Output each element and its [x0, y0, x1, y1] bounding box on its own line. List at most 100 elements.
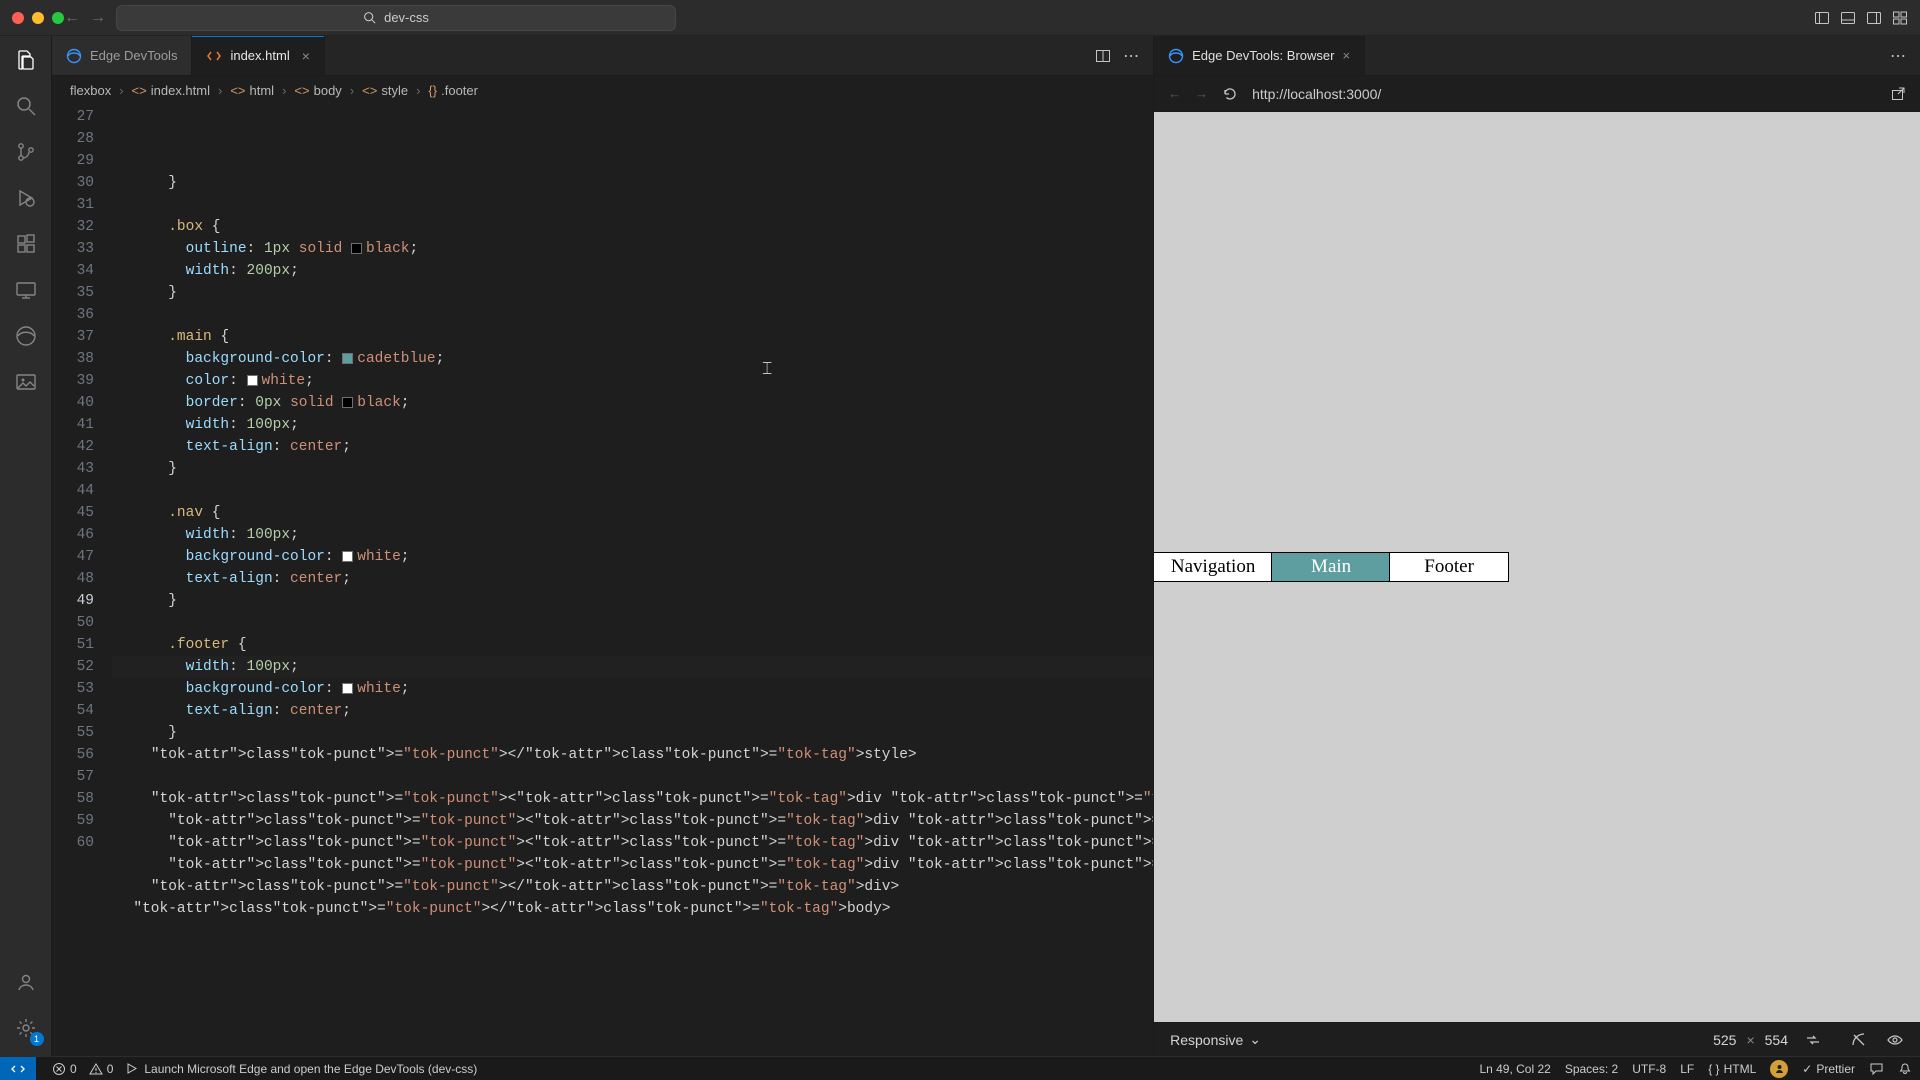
- breadcrumb-node[interactable]: style: [381, 83, 408, 98]
- edge-devtools-icon[interactable]: [12, 322, 40, 350]
- nav-back-button[interactable]: ←: [64, 9, 80, 27]
- tab-devtools-browser[interactable]: Edge DevTools: Browser ×: [1154, 36, 1365, 75]
- eol[interactable]: LF: [1680, 1062, 1694, 1076]
- activity-bar: [0, 36, 52, 1056]
- breadcrumb-node[interactable]: body: [314, 83, 342, 98]
- breadcrumb-node[interactable]: html: [250, 83, 275, 98]
- close-icon[interactable]: ×: [1342, 48, 1350, 63]
- chevron-down-icon: ⌄: [1249, 1031, 1261, 1048]
- browser-preview-group: Edge DevTools: Browser × ⋯ ← → http://lo…: [1154, 36, 1920, 1056]
- browser-back-button[interactable]: ←: [1168, 86, 1181, 101]
- browser-forward-button[interactable]: →: [1195, 86, 1208, 101]
- tab-label: index.html: [230, 48, 289, 63]
- chevron-right-icon: ›: [119, 83, 123, 98]
- editor-tabs: Edge DevTools index.html × ⋯: [52, 36, 1153, 76]
- rotate-icon[interactable]: [1804, 1031, 1822, 1049]
- element-icon: <>: [294, 83, 309, 98]
- browser-tabs: Edge DevTools: Browser × ⋯: [1154, 36, 1920, 76]
- browser-viewport[interactable]: Navigation Main Footer: [1154, 112, 1920, 1022]
- viewport-height[interactable]: 554: [1765, 1032, 1788, 1048]
- html-file-icon: [206, 48, 222, 64]
- screenshot-icon[interactable]: [1850, 1031, 1868, 1049]
- status-bar: 0 0 Launch Microsoft Edge and open the E…: [0, 1056, 1920, 1080]
- maximize-window-button[interactable]: [52, 12, 64, 24]
- titlebar: ← → dev-css: [0, 0, 1920, 36]
- edge-icon: [1168, 48, 1184, 64]
- vision-icon[interactable]: [1886, 1031, 1904, 1049]
- browser-toolbar: ← → http://localhost:3000/: [1154, 76, 1920, 112]
- indentation[interactable]: Spaces: 2: [1565, 1062, 1618, 1076]
- close-window-button[interactable]: [12, 12, 24, 24]
- gallery-icon[interactable]: [12, 368, 40, 396]
- launch-task[interactable]: Launch Microsoft Edge and open the Edge …: [125, 1062, 477, 1076]
- layout-panel-right-icon[interactable]: [1864, 10, 1884, 26]
- remote-indicator[interactable]: [0, 1057, 36, 1080]
- settings-gear-icon[interactable]: [12, 1014, 40, 1042]
- layout-customize-icon[interactable]: [1890, 10, 1910, 26]
- close-icon[interactable]: ×: [302, 48, 310, 64]
- code-braces-icon: { }: [1708, 1062, 1719, 1076]
- preview-nav-box: Navigation: [1154, 553, 1272, 581]
- title-nav: ← →: [64, 9, 106, 27]
- breadcrumb-folder[interactable]: flexbox: [70, 83, 111, 98]
- source-control-icon[interactable]: [12, 138, 40, 166]
- device-mode-select[interactable]: Responsive ⌄: [1170, 1031, 1261, 1048]
- extensions-icon[interactable]: [12, 230, 40, 258]
- problems-errors[interactable]: 0: [52, 1062, 77, 1076]
- run-debug-icon[interactable]: [12, 184, 40, 212]
- tab-label: Edge DevTools: Browser: [1192, 48, 1334, 63]
- command-center-text: dev-css: [384, 10, 429, 25]
- line-number-gutter: 2728293031323334353637383940414243444546…: [52, 104, 112, 1056]
- cursor-position[interactable]: Ln 49, Col 22: [1479, 1062, 1550, 1076]
- html-file-icon: <>: [132, 83, 147, 98]
- check-icon: ✓: [1802, 1062, 1812, 1076]
- editor-body[interactable]: 2728293031323334353637383940414243444546…: [52, 104, 1153, 1056]
- viewport-width[interactable]: 525: [1713, 1032, 1736, 1048]
- breadcrumb-node[interactable]: .footer: [441, 83, 478, 98]
- device-emulation-bar: Responsive ⌄ 525 × 554: [1154, 1022, 1920, 1056]
- browser-reload-button[interactable]: [1222, 86, 1238, 102]
- chevron-right-icon: ›: [218, 83, 222, 98]
- window-controls: [0, 12, 64, 24]
- open-external-icon[interactable]: [1890, 86, 1906, 102]
- search-icon[interactable]: [12, 92, 40, 120]
- live-share-icon[interactable]: [1770, 1060, 1788, 1078]
- element-icon: <>: [362, 83, 377, 98]
- breadcrumbs[interactable]: flexbox › <> index.html › <> html › <> b…: [52, 76, 1153, 104]
- notifications-icon[interactable]: [1898, 1062, 1912, 1076]
- chevron-right-icon: ›: [350, 83, 354, 98]
- tab-edge-devtools[interactable]: Edge DevTools: [52, 36, 192, 75]
- tab-label: Edge DevTools: [90, 48, 177, 63]
- explorer-icon[interactable]: [12, 46, 40, 74]
- encoding[interactable]: UTF-8: [1632, 1062, 1666, 1076]
- problems-warnings[interactable]: 0: [89, 1062, 114, 1076]
- selector-icon: {}: [428, 83, 437, 98]
- browser-url[interactable]: http://localhost:3000/: [1252, 86, 1876, 102]
- accounts-icon[interactable]: [12, 968, 40, 996]
- title-layout-controls: [1812, 10, 1920, 26]
- layout-panel-left-icon[interactable]: [1812, 10, 1832, 26]
- editor-group: Edge DevTools index.html × ⋯ flexbox › <…: [52, 36, 1154, 1056]
- device-mode-label: Responsive: [1170, 1032, 1243, 1048]
- tab-index-html[interactable]: index.html ×: [192, 36, 324, 75]
- preview-footer-box: Footer: [1390, 553, 1508, 581]
- breadcrumb-file[interactable]: index.html: [151, 83, 210, 98]
- command-center[interactable]: dev-css: [116, 5, 676, 31]
- language-mode[interactable]: { } HTML: [1708, 1062, 1756, 1076]
- more-actions-icon[interactable]: ⋯: [1890, 46, 1908, 66]
- edge-icon: [66, 48, 82, 64]
- split-editor-icon[interactable]: [1095, 48, 1111, 64]
- minimize-window-button[interactable]: [32, 12, 44, 24]
- remote-explorer-icon[interactable]: [12, 276, 40, 304]
- prettier-status[interactable]: ✓ Prettier: [1802, 1062, 1855, 1076]
- nav-forward-button[interactable]: →: [90, 9, 106, 27]
- feedback-icon[interactable]: [1869, 1061, 1884, 1076]
- more-actions-icon[interactable]: ⋯: [1123, 46, 1141, 66]
- flex-container-preview: Navigation Main Footer: [1154, 553, 1508, 581]
- layout-panel-bottom-icon[interactable]: [1838, 10, 1858, 26]
- chevron-right-icon: ›: [416, 83, 420, 98]
- preview-main-box: Main: [1272, 553, 1390, 581]
- search-icon: [363, 11, 376, 24]
- code-area[interactable]: ⌶ } .box { outline: 1px solid black; wid…: [112, 104, 1153, 1056]
- element-icon: <>: [230, 83, 245, 98]
